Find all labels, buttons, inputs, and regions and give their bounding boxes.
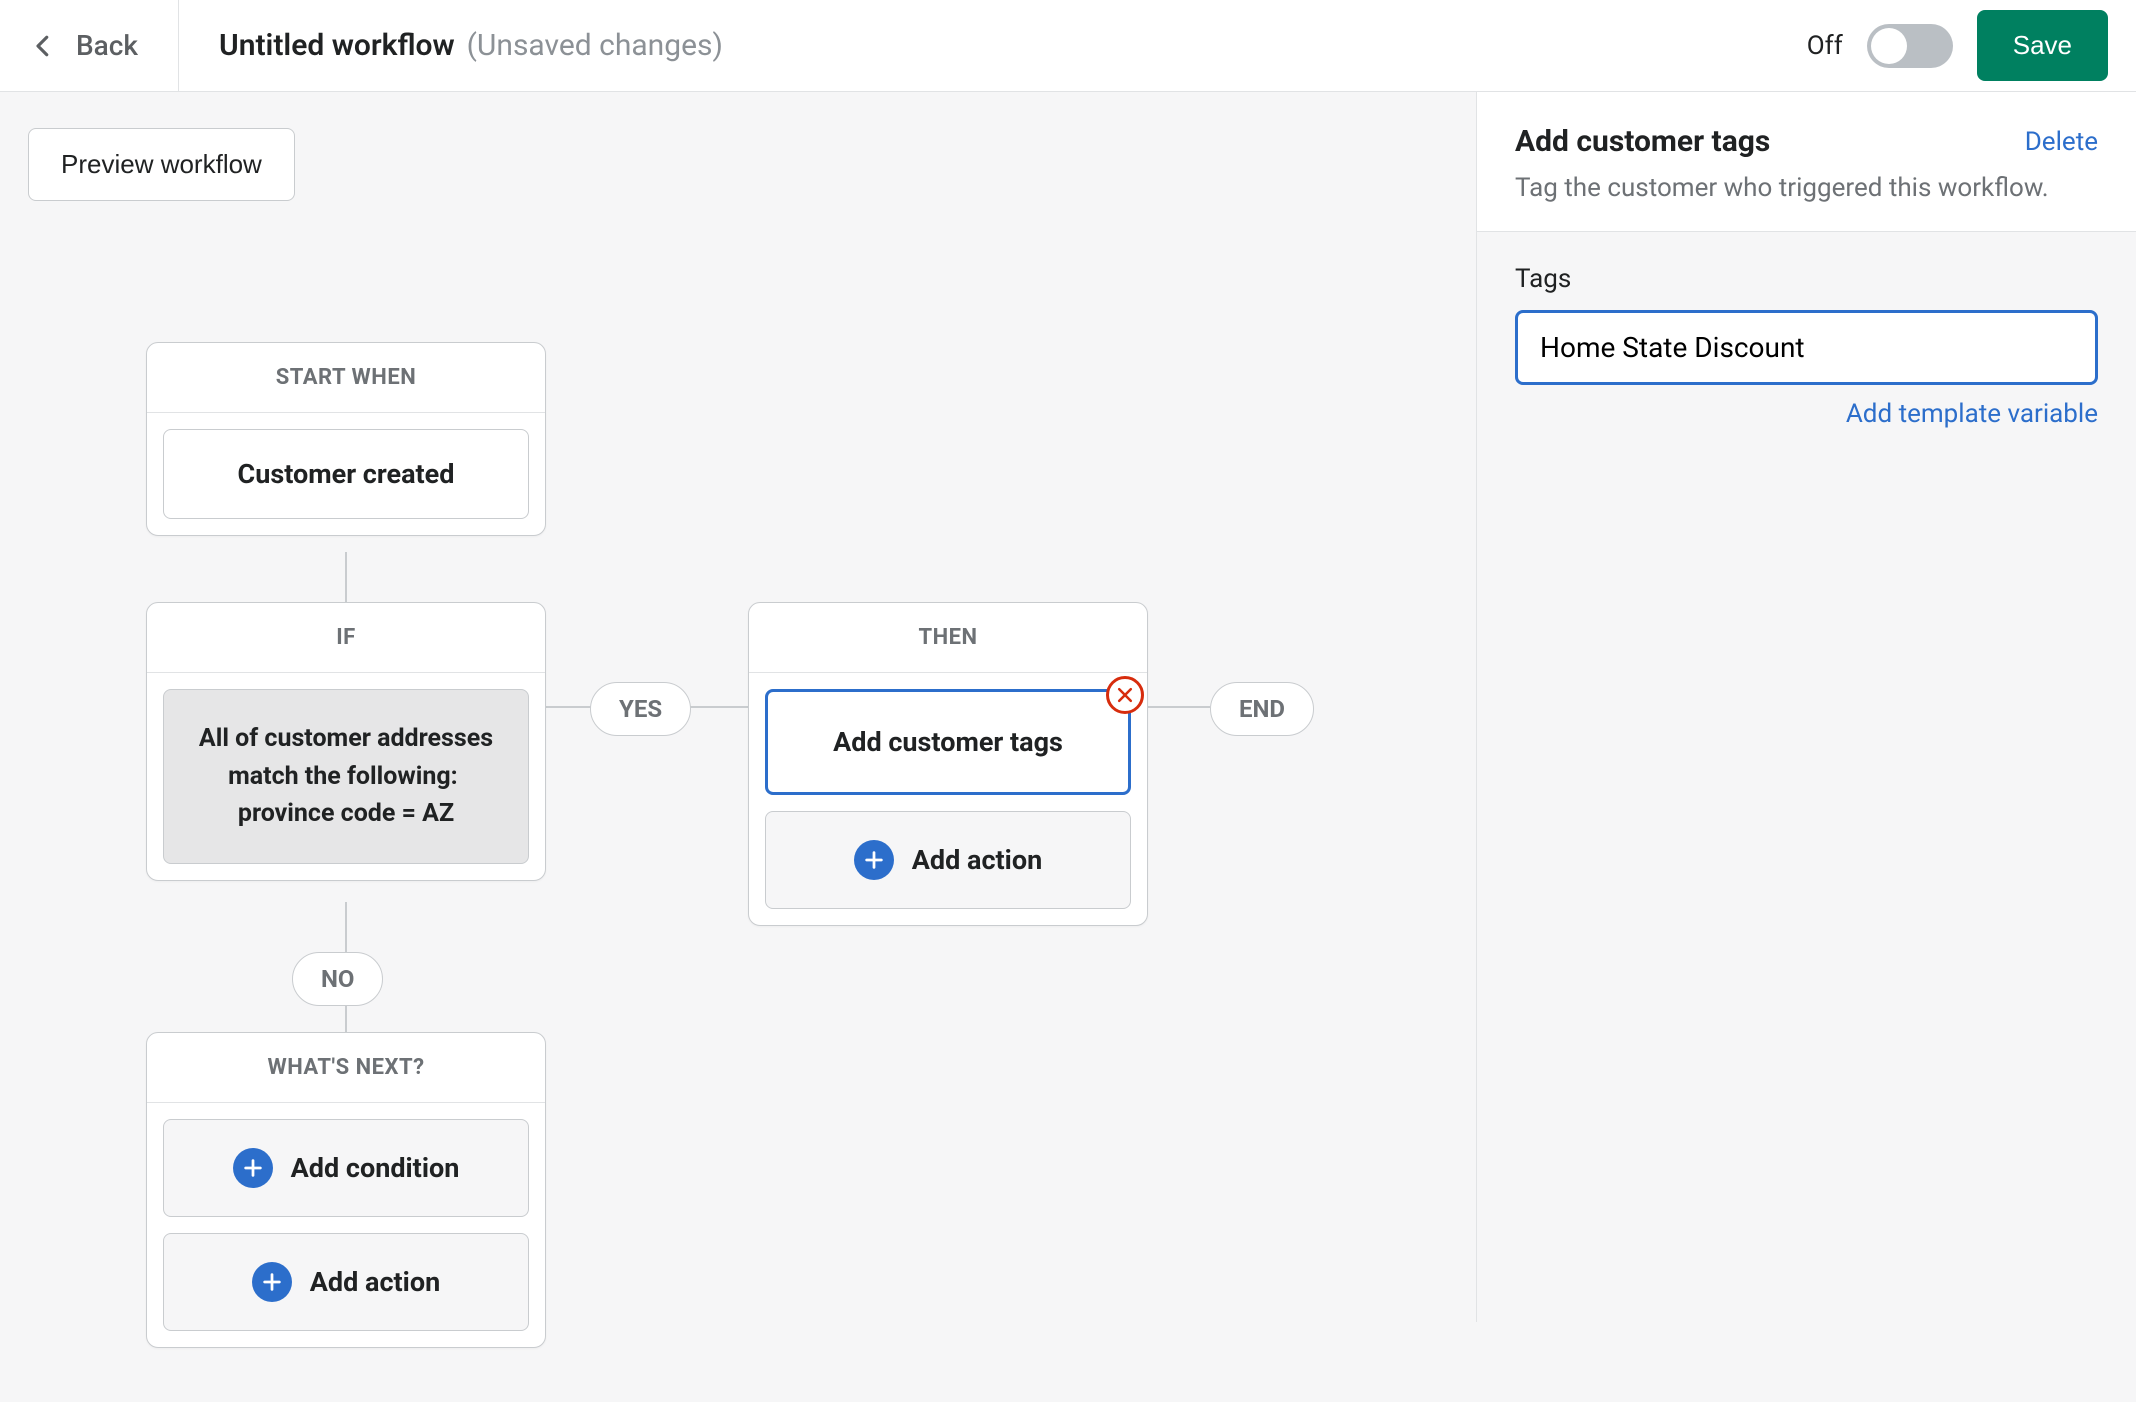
header-right: Off Save (1807, 10, 2108, 81)
back-label: Back (76, 29, 138, 62)
action-sidebar: Add customer tags Delete Tag the custome… (1476, 92, 2136, 1322)
plus-icon (233, 1148, 273, 1188)
tags-input[interactable] (1515, 310, 2098, 385)
then-card: THEN Add customer tags (748, 602, 1148, 926)
sidebar-subtitle: Tag the customer who triggered this work… (1515, 173, 2098, 203)
then-header: THEN (749, 603, 1147, 673)
condition-node[interactable]: All of customer addresses match the foll… (163, 689, 529, 864)
add-action-button-then[interactable]: Add action (765, 811, 1131, 909)
arrow-left-icon (28, 31, 58, 61)
toggle-label: Off (1807, 31, 1843, 61)
add-action-label: Add action (912, 844, 1042, 876)
remove-action-button[interactable] (1106, 676, 1144, 714)
plus-icon (854, 840, 894, 880)
trigger-header: START WHEN (147, 343, 545, 413)
preview-workflow-button[interactable]: Preview workflow (28, 128, 295, 201)
if-card: IF All of customer addresses match the f… (146, 602, 546, 881)
top-header: Back Untitled workflow (Unsaved changes)… (0, 0, 2136, 92)
add-template-variable-link[interactable]: Add template variable (1515, 399, 2098, 429)
main: Preview workflow START WHEN Customer cre… (0, 92, 2136, 1322)
sidebar-body: Tags Add template variable (1477, 232, 2136, 1322)
workflow-title: Untitled workflow (219, 28, 455, 63)
action-node[interactable]: Add customer tags (765, 689, 1131, 795)
plus-icon (252, 1262, 292, 1302)
branch-end: END (1210, 682, 1314, 736)
back-button[interactable]: Back (28, 0, 179, 91)
add-action-label: Add action (310, 1266, 440, 1298)
trigger-node[interactable]: Customer created (163, 429, 529, 519)
add-condition-button[interactable]: Add condition (163, 1119, 529, 1217)
add-condition-label: Add condition (291, 1152, 460, 1184)
branch-yes: YES (590, 682, 691, 736)
whats-next-header: WHAT'S NEXT? (147, 1033, 545, 1103)
action-node-label: Add customer tags (833, 726, 1063, 758)
enable-toggle[interactable] (1867, 24, 1953, 68)
title-wrap: Untitled workflow (Unsaved changes) (179, 28, 723, 63)
trigger-card: START WHEN Customer created (146, 342, 546, 536)
unsaved-indicator: (Unsaved changes) (467, 28, 723, 63)
save-button[interactable]: Save (1977, 10, 2108, 81)
if-header: IF (147, 603, 545, 673)
workflow-canvas[interactable]: Preview workflow START WHEN Customer cre… (0, 92, 1476, 1322)
branch-no: NO (292, 952, 383, 1006)
tags-field-label: Tags (1515, 264, 2098, 294)
sidebar-title: Add customer tags (1515, 124, 1770, 159)
whats-next-card: WHAT'S NEXT? Add condition Add action (146, 1032, 546, 1348)
delete-action-link[interactable]: Delete (2025, 127, 2098, 157)
close-icon (1115, 685, 1135, 705)
add-action-button-next[interactable]: Add action (163, 1233, 529, 1331)
sidebar-header: Add customer tags Delete Tag the custome… (1477, 92, 2136, 232)
node-area: START WHEN Customer created IF All of cu… (28, 202, 1408, 1402)
